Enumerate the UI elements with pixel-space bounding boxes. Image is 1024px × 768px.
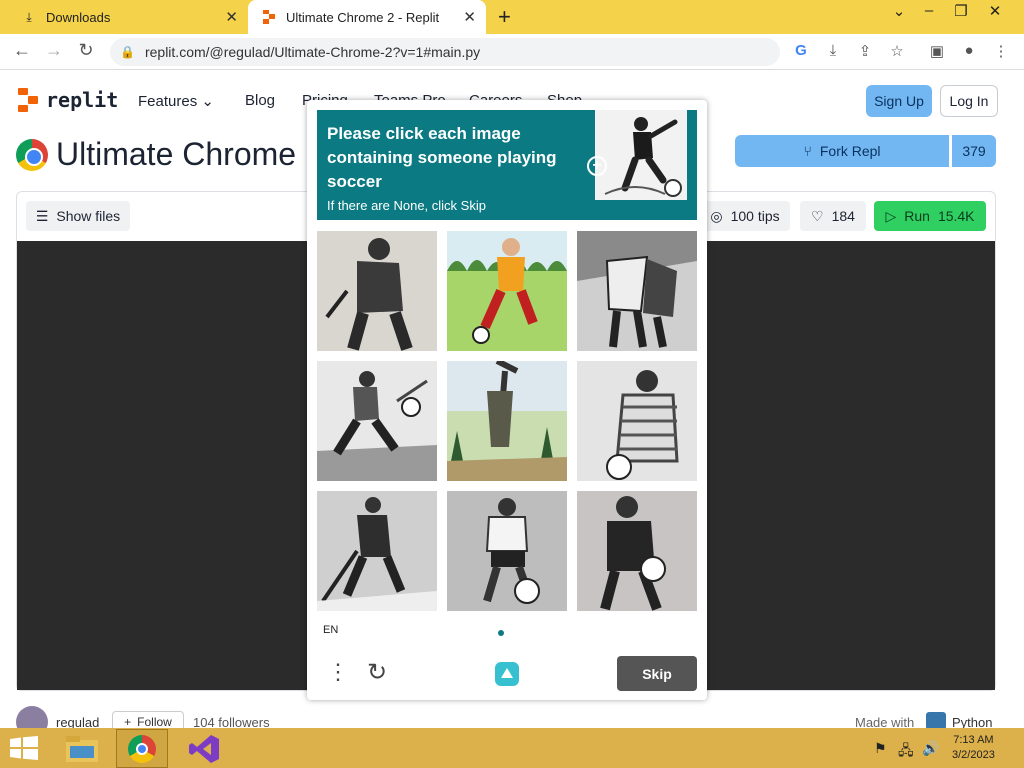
follow-label: Follow bbox=[137, 715, 172, 729]
replit-logo-text: replit bbox=[46, 88, 119, 112]
skip-button[interactable]: Skip bbox=[617, 656, 697, 691]
clock-date: 3/2/2023 bbox=[952, 749, 995, 761]
google-icon[interactable]: G bbox=[790, 42, 812, 59]
reload-button[interactable]: ↻ bbox=[74, 40, 98, 61]
profile-icon[interactable]: ● bbox=[958, 42, 980, 59]
plus-icon: + bbox=[124, 715, 132, 729]
clock-time: 7:13 AM bbox=[953, 734, 994, 746]
tips-label: 100 tips bbox=[730, 208, 780, 224]
run-count: 15.4K bbox=[937, 208, 975, 224]
language-selector[interactable]: EN bbox=[323, 624, 338, 636]
captcha-tile[interactable] bbox=[317, 491, 437, 611]
bookmark-star-icon[interactable]: ☆ bbox=[886, 42, 908, 60]
run-label: Run bbox=[904, 208, 930, 224]
restore-button[interactable]: ❐ bbox=[946, 2, 976, 20]
tips-button[interactable]: ◎ 100 tips bbox=[700, 201, 790, 231]
captcha-tile[interactable] bbox=[577, 361, 697, 481]
captcha-tile[interactable] bbox=[447, 231, 567, 351]
download-icon: ⤓ bbox=[26, 9, 32, 24]
install-icon[interactable]: ⤓ bbox=[822, 42, 844, 59]
replit-logo[interactable]: replit bbox=[18, 88, 118, 112]
replit-logo-icon bbox=[18, 88, 38, 112]
system-clock[interactable]: 7:13 AM 3/2/2023 bbox=[952, 733, 995, 763]
like-button[interactable]: ♡ 184 bbox=[800, 201, 866, 231]
side-panel-icon[interactable]: ▣ bbox=[926, 42, 948, 60]
minimize-button[interactable]: – bbox=[914, 2, 944, 19]
tab-search-chevron-icon[interactable]: ⌄ bbox=[884, 2, 914, 20]
captcha-dialog: Please click each image containing someo… bbox=[307, 100, 707, 700]
fork-icon: ⑂ bbox=[803, 143, 812, 159]
nav-features[interactable]: Features ⌄ bbox=[138, 92, 214, 110]
captcha-instruction: Please click each image containing someo… bbox=[327, 124, 557, 191]
tab-downloads[interactable]: ⤓ Downloads ✕ bbox=[8, 0, 248, 34]
files-icon: ☰ bbox=[35, 207, 49, 224]
tab-title: Downloads bbox=[46, 9, 111, 25]
windows-logo-icon bbox=[10, 736, 38, 760]
tab-replit[interactable]: Ultimate Chrome 2 - Replit ✕ bbox=[248, 0, 486, 34]
page-title: Ultimate Chrome bbox=[56, 136, 297, 172]
close-tab-icon[interactable]: ✕ bbox=[225, 8, 238, 26]
file-explorer-icon[interactable] bbox=[56, 729, 108, 768]
heart-icon: ♡ bbox=[811, 207, 824, 224]
close-window-button[interactable]: ✕ bbox=[980, 2, 1010, 20]
captcha-subinstruction: If there are None, click Skip bbox=[327, 198, 486, 213]
address-bar[interactable]: 🔒 replit.com/@regulad/Ultimate-Chrome-2?… bbox=[110, 38, 780, 66]
log-in-button[interactable]: Log In bbox=[940, 85, 998, 117]
captcha-tile[interactable] bbox=[447, 491, 567, 611]
chrome-taskbar-icon[interactable] bbox=[116, 729, 168, 768]
replit-favicon-icon bbox=[262, 10, 276, 24]
captcha-example-image bbox=[595, 110, 687, 200]
fork-repl-button[interactable]: ⑂ Fork Repl bbox=[735, 135, 949, 167]
nav-blog[interactable]: Blog bbox=[245, 92, 275, 109]
fork-count[interactable]: 379 bbox=[952, 135, 996, 167]
new-tab-button[interactable]: + bbox=[498, 4, 511, 30]
like-count: 184 bbox=[831, 208, 855, 224]
volume-icon[interactable]: 🔊 bbox=[922, 740, 939, 757]
start-button[interactable] bbox=[10, 736, 38, 760]
close-tab-icon[interactable]: ✕ bbox=[463, 8, 476, 26]
captcha-tile[interactable] bbox=[577, 231, 697, 351]
back-button[interactable]: ← bbox=[10, 40, 34, 61]
nav-label: Features bbox=[138, 93, 198, 110]
chevron-down-icon: ⌄ bbox=[201, 93, 214, 110]
refresh-icon[interactable]: ↻ bbox=[367, 660, 387, 686]
captcha-tile[interactable] bbox=[577, 491, 697, 611]
network-icon[interactable]: 🖧 bbox=[898, 740, 914, 764]
tab-title: Ultimate Chrome 2 - Replit bbox=[286, 9, 440, 25]
menu-kebab-icon[interactable]: ⋮ bbox=[327, 660, 349, 684]
captcha-tile[interactable] bbox=[447, 361, 567, 481]
url-text: replit.com/@regulad/Ultimate-Chrome-2?v=… bbox=[144, 44, 481, 60]
tips-icon: ◎ bbox=[710, 207, 723, 224]
flag-icon[interactable]: ⚑ bbox=[874, 740, 887, 757]
play-icon: ▷ bbox=[885, 207, 897, 224]
show-files-button[interactable]: ☰ Show files bbox=[26, 201, 130, 231]
show-files-label: Show files bbox=[56, 208, 121, 224]
forward-button[interactable]: → bbox=[42, 40, 66, 61]
page-indicator bbox=[498, 630, 504, 636]
run-button[interactable]: ▷ Run 15.4K bbox=[874, 201, 986, 231]
captcha-tile[interactable] bbox=[317, 231, 437, 351]
visual-studio-icon[interactable] bbox=[178, 729, 230, 768]
zoom-plus-icon[interactable]: + bbox=[587, 156, 607, 176]
chrome-logo-icon bbox=[16, 139, 48, 171]
captcha-tile[interactable] bbox=[317, 361, 437, 481]
menu-kebab-icon[interactable]: ⋮ bbox=[990, 42, 1012, 60]
lock-icon: 🔒 bbox=[120, 45, 135, 59]
sign-up-button[interactable]: Sign Up bbox=[866, 85, 932, 117]
hcaptcha-logo-icon bbox=[491, 658, 523, 690]
fork-label: Fork Repl bbox=[819, 143, 881, 159]
share-icon[interactable]: ⇪ bbox=[854, 42, 876, 60]
